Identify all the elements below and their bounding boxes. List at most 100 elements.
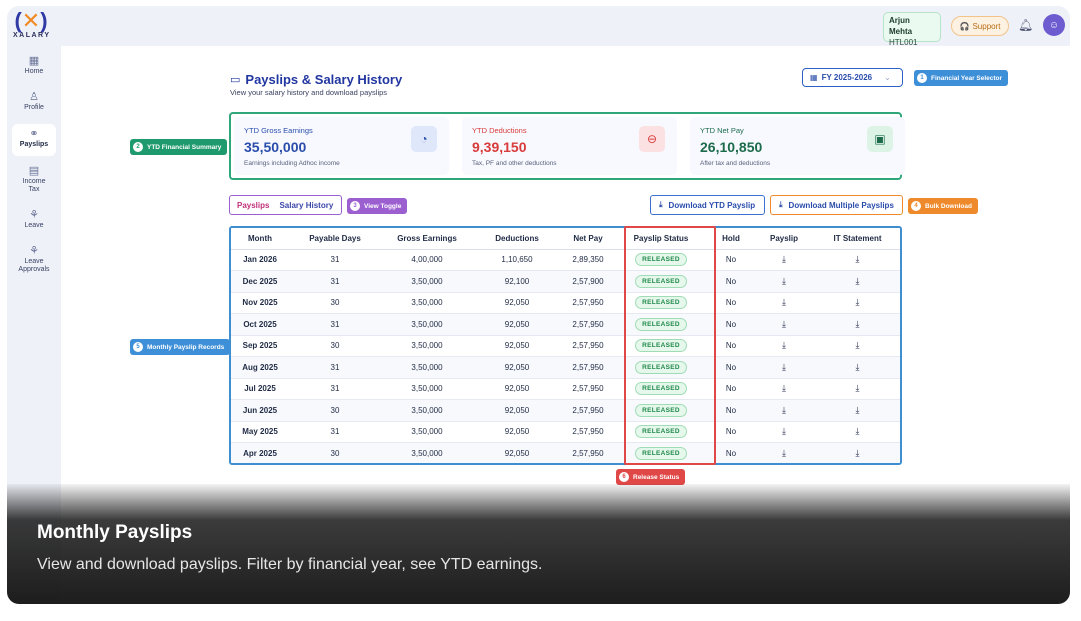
cell-hold: No: [707, 421, 755, 443]
table-row: Dec 2025 31 3,50,000 92,100 2,57,900 RELEASED…: [231, 270, 900, 293]
cell-net: 2,57,950: [561, 313, 615, 336]
status-badge: RELEASED: [635, 446, 687, 460]
cell-deductions: 92,050: [473, 378, 561, 400]
table-row: Oct 2025 31 3,50,000 92,050 2,57,950 RELEASED…: [231, 313, 900, 336]
cell-payslip-download: ⤓: [755, 442, 813, 463]
cell-gross: 3,50,000: [381, 378, 473, 400]
col-header-gross: Gross Earnings: [381, 228, 473, 250]
callout-ytd-financial-summary: 2 YTD Financial Summary: [130, 139, 228, 155]
sidebar-item-leave[interactable]: ⚘ Leave: [12, 208, 56, 236]
cell-hold: No: [707, 270, 755, 293]
wallet-icon: ▣: [867, 126, 893, 152]
download-icon[interactable]: ⤓: [856, 319, 860, 329]
download-icon[interactable]: ⤓: [782, 405, 786, 415]
ytd-net-card: YTD Net Pay 26,10,850 After tax and dedu…: [690, 117, 905, 175]
cell-gross: 3,50,000: [381, 292, 473, 314]
cell-days: 31: [289, 356, 381, 379]
download-icon[interactable]: ⤓: [856, 340, 860, 350]
notification-bell-icon[interactable]: 🔔︎: [1018, 18, 1033, 32]
sidebar-item-label: Leave: [24, 222, 44, 229]
download-icon[interactable]: ⤓: [856, 383, 860, 393]
cell-hold: No: [707, 442, 755, 463]
ytd-deductions-value: 9,39,150: [472, 139, 527, 155]
download-icon[interactable]: ⤓: [782, 319, 786, 329]
sidebar-item-income-tax[interactable]: ▤ Income Tax: [12, 164, 56, 198]
col-header-hold: Hold: [707, 228, 755, 250]
minus-circle-icon: ⊖: [639, 126, 665, 152]
cell-deductions: 92,050: [473, 421, 561, 443]
col-header-status: Payslip Status: [615, 228, 707, 250]
cell-days: 30: [289, 335, 381, 357]
download-icon[interactable]: ⤓: [782, 340, 786, 350]
col-header-month: Month: [231, 228, 289, 250]
download-icon[interactable]: ⤓: [782, 426, 786, 436]
support-button[interactable]: 🎧 Support: [951, 16, 1009, 36]
sidebar-item-profile[interactable]: ♙ Profile: [12, 90, 56, 118]
cell-net: 2,57,900: [561, 270, 615, 293]
status-badge: RELEASED: [635, 425, 687, 439]
logo-wordmark: XALARY: [13, 32, 51, 39]
cell-payslip-download: ⤓: [755, 313, 813, 336]
status-badge: RELEASED: [635, 274, 687, 288]
cell-payslip-download: ⤓: [755, 270, 813, 293]
download-icon[interactable]: ⤓: [782, 362, 786, 372]
ytd-gross-card: YTD Gross Earnings 35,50,000 Earnings in…: [234, 117, 449, 175]
avatar[interactable]: ☺: [1043, 14, 1065, 36]
financial-year-select[interactable]: ▦ FY 2025-2026 ⌄: [802, 68, 903, 87]
download-icon[interactable]: ⤓: [856, 362, 860, 372]
cell-month: Jul 2025: [231, 378, 289, 400]
download-icon[interactable]: ⤓: [782, 254, 786, 264]
cell-hold: No: [707, 399, 755, 422]
download-icon[interactable]: ⤓: [856, 405, 860, 415]
app-logo[interactable]: (✕) XALARY: [13, 8, 51, 40]
ytd-net-value: 26,10,850: [700, 139, 763, 155]
user-info[interactable]: Arjun Mehta HTL001: [883, 12, 941, 47]
chevron-down-icon: ⌄: [884, 73, 891, 82]
download-ytd-payslip-button[interactable]: ⤓ Download YTD Payslip: [650, 195, 765, 215]
table-row: Sep 2025 30 3,50,000 92,050 2,57,950 RELEASED…: [231, 335, 900, 357]
callout-monthly-payslip-records: 5 Monthly Payslip Records: [130, 339, 231, 355]
cell-payslip-download: ⤓: [755, 421, 813, 443]
download-icon[interactable]: ⤓: [782, 297, 786, 307]
cell-payslip-download: ⤓: [755, 292, 813, 314]
tab-payslips[interactable]: Payslips: [230, 201, 269, 210]
headset-icon: 🎧: [959, 21, 970, 31]
sidebar-item-label: Profile: [24, 104, 44, 111]
cell-payslip-download: ⤓: [755, 378, 813, 400]
status-badge: RELEASED: [635, 382, 687, 396]
cell-net: 2,57,950: [561, 356, 615, 379]
download-icon[interactable]: ⤓: [856, 254, 860, 264]
download-icon[interactable]: ⤓: [856, 448, 860, 458]
fy-select-value: FY 2025-2026: [821, 73, 873, 82]
cell-status: RELEASED: [615, 292, 707, 314]
cell-it-statement-download: ⤓: [813, 399, 900, 422]
download-multiple-payslips-button[interactable]: ⤓ Download Multiple Payslips: [770, 195, 903, 215]
download-icon[interactable]: ⤓: [782, 383, 786, 393]
sidebar-item-home[interactable]: ▦ Home: [12, 54, 56, 82]
download-icon[interactable]: ⤓: [856, 297, 860, 307]
table-row: Apr 2025 30 3,50,000 92,050 2,57,950 RELEASED…: [231, 442, 900, 463]
sidebar-item-label: Home: [24, 68, 44, 75]
cell-gross: 3,50,000: [381, 356, 473, 379]
cell-status: RELEASED: [615, 399, 707, 422]
page-subtitle: View your salary history and download pa…: [230, 88, 388, 97]
caption-subtitle: View and download payslips. Filter by fi…: [37, 556, 543, 573]
callout-label: Bulk Download: [925, 202, 972, 210]
download-icon[interactable]: ⤓: [782, 276, 786, 286]
cell-hold: No: [707, 356, 755, 379]
download-icon[interactable]: ⤓: [782, 448, 786, 458]
cell-days: 31: [289, 313, 381, 336]
sidebar-item-leave-approvals[interactable]: ⚘ Leave Approvals: [12, 244, 56, 280]
logo-icon: (✕): [14, 8, 48, 33]
download-icon[interactable]: ⤓: [856, 276, 860, 286]
callout-label: View Toggle: [364, 202, 402, 210]
sidebar-item-payslips[interactable]: ⚭ Payslips: [12, 124, 56, 156]
ytd-gross-note: Earnings including Adhoc income: [244, 160, 340, 167]
cell-it-statement-download: ⤓: [813, 335, 900, 357]
cell-deductions: 92,050: [473, 335, 561, 357]
ytd-net-label: YTD Net Pay: [700, 126, 744, 135]
cell-net: 2,57,950: [561, 378, 615, 400]
tab-salary-history[interactable]: Salary History: [269, 201, 333, 210]
table-row: Nov 2025 30 3,50,000 92,050 2,57,950 RELEASED…: [231, 292, 900, 314]
download-icon[interactable]: ⤓: [856, 426, 860, 436]
